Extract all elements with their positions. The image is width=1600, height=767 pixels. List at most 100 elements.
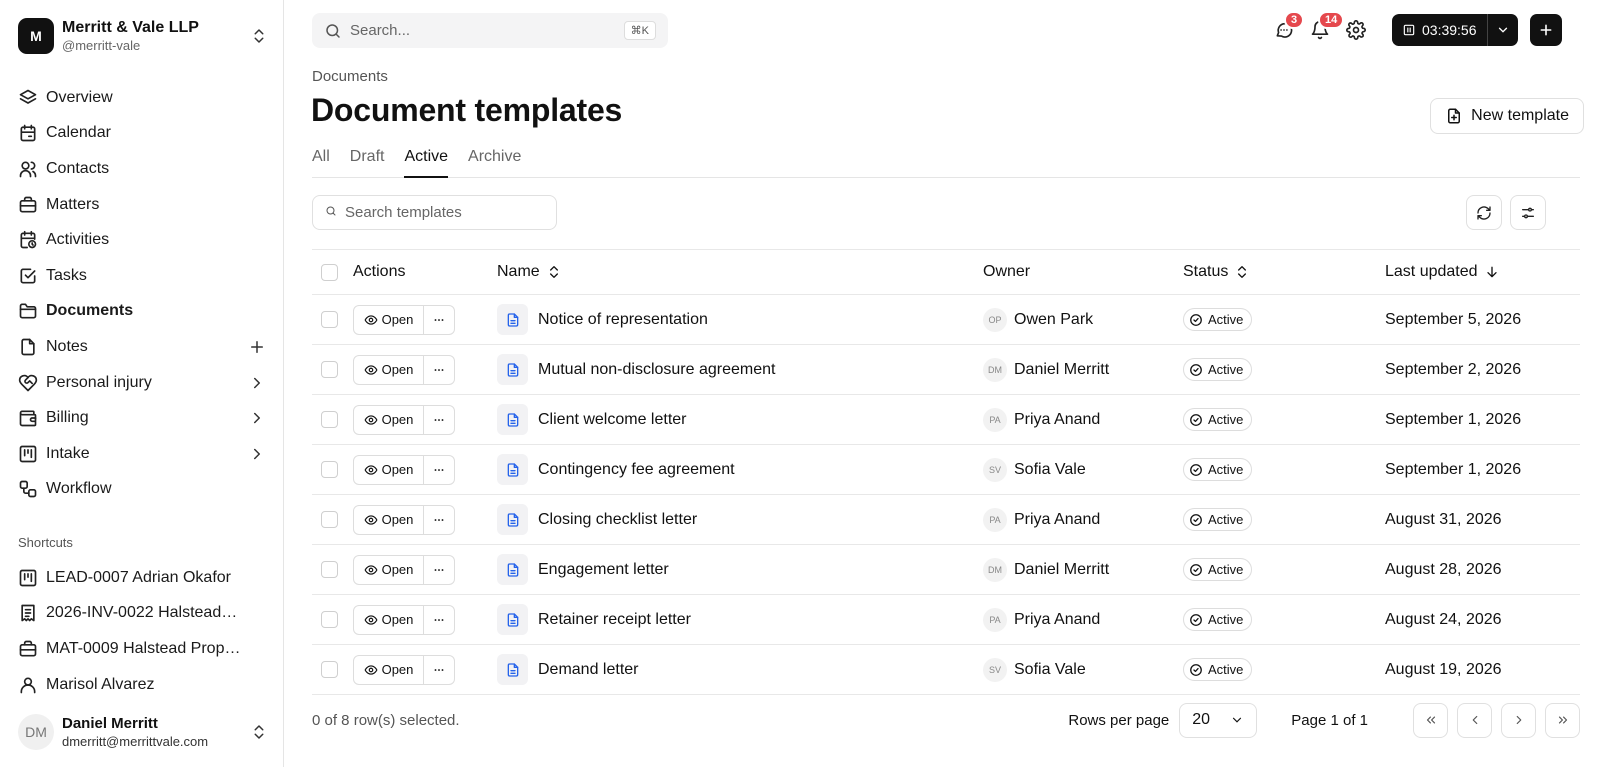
prev-page-button[interactable]: [1457, 702, 1492, 738]
messages-button[interactable]: 3: [1270, 11, 1305, 45]
template-name[interactable]: Retainer receipt letter: [538, 611, 691, 629]
settings-button[interactable]: [1342, 15, 1370, 45]
template-name[interactable]: Contingency fee agreement: [538, 461, 735, 479]
rows-per-page-select[interactable]: 20: [1179, 702, 1258, 738]
open-label: Open: [381, 562, 414, 577]
timer-dropdown[interactable]: [1488, 14, 1518, 46]
row-more-button[interactable]: [424, 604, 455, 635]
sidebar-item-overview[interactable]: Overview: [12, 80, 272, 116]
plus-icon[interactable]: [248, 338, 266, 356]
open-button[interactable]: Open: [353, 554, 424, 585]
wallet-icon: [18, 408, 38, 428]
new-template-button[interactable]: New template: [1430, 98, 1584, 134]
org-switcher[interactable]: M Merritt & Vale LLP @merritt-vale: [18, 17, 268, 55]
sidebar-item-notes[interactable]: Notes: [12, 329, 272, 365]
breadcrumb[interactable]: Documents: [312, 68, 388, 85]
view-options-button[interactable]: [1510, 195, 1546, 230]
row-more-button[interactable]: [424, 304, 455, 335]
row-more-button[interactable]: [424, 454, 455, 485]
tab-archive[interactable]: Archive: [468, 146, 521, 178]
global-search-input[interactable]: [350, 22, 624, 39]
open-button[interactable]: Open: [353, 304, 424, 335]
status-badge: Active: [1183, 658, 1253, 681]
status-label: Active: [1208, 512, 1244, 527]
row-more-button[interactable]: [424, 354, 455, 385]
table-row[interactable]: Open Closing checklist letter PA Priya Anan…: [312, 495, 1580, 545]
template-name[interactable]: Notice of representation: [538, 311, 708, 329]
shortcut-item[interactable]: MAT-0009 Halstead Prop…: [12, 631, 272, 667]
tab-draft[interactable]: Draft: [350, 146, 385, 178]
tab-all[interactable]: All: [312, 146, 330, 178]
notifications-badge: 14: [1318, 11, 1345, 29]
last-page-button[interactable]: [1545, 702, 1580, 738]
table-header: Actions Name Owner Status Last updated: [312, 249, 1580, 295]
sidebar-item-intake[interactable]: Intake: [12, 436, 272, 472]
open-button[interactable]: Open: [353, 354, 424, 385]
row-checkbox[interactable]: [321, 561, 338, 578]
shortcut-item[interactable]: Marisol Alvarez: [12, 667, 272, 703]
next-page-button[interactable]: [1501, 702, 1536, 738]
notifications-button[interactable]: 14: [1306, 11, 1345, 45]
template-name[interactable]: Closing checklist letter: [538, 511, 697, 529]
sidebar-item-tasks[interactable]: Tasks: [12, 258, 272, 294]
col-last-updated[interactable]: Last updated: [1385, 263, 1580, 281]
row-checkbox[interactable]: [321, 411, 338, 428]
create-button[interactable]: [1529, 14, 1562, 46]
last-updated: August 31, 2026: [1385, 510, 1502, 528]
last-updated: September 5, 2026: [1385, 310, 1522, 328]
sidebar-item-personal-injury[interactable]: Personal injury: [12, 365, 272, 401]
table-row[interactable]: Open Contingency fee agreement SV Sofia Val…: [312, 445, 1580, 495]
open-button[interactable]: Open: [353, 504, 424, 535]
sidebar-item-contacts[interactable]: Contacts: [12, 151, 272, 187]
open-button[interactable]: Open: [353, 654, 424, 685]
row-more-button[interactable]: [424, 504, 455, 535]
shortcut-item[interactable]: 2026-INV-0022 Halstead…: [12, 596, 272, 632]
shortcut-item[interactable]: LEAD-0007 Adrian Okafor: [12, 560, 272, 596]
gear-icon: [1346, 20, 1366, 40]
table-row[interactable]: Open Client welcome letter PA Priya Anand Ac…: [312, 395, 1580, 445]
first-page-button[interactable]: [1413, 702, 1448, 738]
col-name[interactable]: Name: [497, 263, 983, 281]
sidebar-item-billing[interactable]: Billing: [12, 400, 272, 436]
template-name[interactable]: Engagement letter: [538, 561, 669, 579]
timer-toggle[interactable]: 03:39:56: [1392, 14, 1488, 46]
status-badge: Active: [1183, 508, 1253, 531]
sidebar-item-matters[interactable]: Matters: [12, 187, 272, 223]
document-icon: [497, 504, 528, 535]
row-more-button[interactable]: [424, 404, 455, 435]
refresh-button[interactable]: [1466, 195, 1502, 230]
sort-icon: [1228, 264, 1250, 280]
global-search[interactable]: ⌘K: [312, 13, 668, 48]
template-search[interactable]: [312, 195, 557, 230]
sidebar-item-workflow[interactable]: Workflow: [12, 472, 272, 508]
user-menu[interactable]: DM Daniel Merritt dmerritt@merrittvale.c…: [18, 710, 268, 754]
users-icon: [18, 159, 38, 179]
table-row[interactable]: Open Notice of representation OP Owen Park A…: [312, 295, 1580, 345]
sidebar-item-activities[interactable]: Activities: [12, 222, 272, 258]
row-checkbox[interactable]: [321, 461, 338, 478]
sidebar-item-documents[interactable]: Documents: [12, 294, 272, 330]
table-row[interactable]: Open Retainer receipt letter PA Priya Anand…: [312, 595, 1580, 645]
sidebar-item-calendar[interactable]: Calendar: [12, 116, 272, 152]
col-status[interactable]: Status: [1183, 263, 1385, 281]
row-checkbox[interactable]: [321, 611, 338, 628]
select-all-checkbox[interactable]: [321, 263, 338, 281]
open-button[interactable]: Open: [353, 454, 424, 485]
template-search-input[interactable]: [345, 204, 544, 221]
open-button[interactable]: Open: [353, 404, 424, 435]
open-button[interactable]: Open: [353, 604, 424, 635]
tab-active[interactable]: Active: [404, 146, 449, 178]
last-updated: August 28, 2026: [1385, 560, 1502, 578]
template-name[interactable]: Mutual non-disclosure agreement: [538, 361, 775, 379]
table-row[interactable]: Open Engagement letter DM Daniel Merritt Act…: [312, 545, 1580, 595]
template-name[interactable]: Demand letter: [538, 661, 639, 679]
template-name[interactable]: Client welcome letter: [538, 411, 687, 429]
row-checkbox[interactable]: [321, 511, 338, 528]
table-row[interactable]: Open Mutual non-disclosure agreement DM Dan…: [312, 345, 1580, 395]
row-more-button[interactable]: [424, 554, 455, 585]
row-checkbox[interactable]: [321, 361, 338, 378]
row-more-button[interactable]: [424, 654, 455, 685]
row-checkbox[interactable]: [321, 311, 338, 328]
row-checkbox[interactable]: [321, 661, 338, 678]
table-row[interactable]: Open Demand letter SV Sofia Vale Active Augus…: [312, 645, 1580, 695]
